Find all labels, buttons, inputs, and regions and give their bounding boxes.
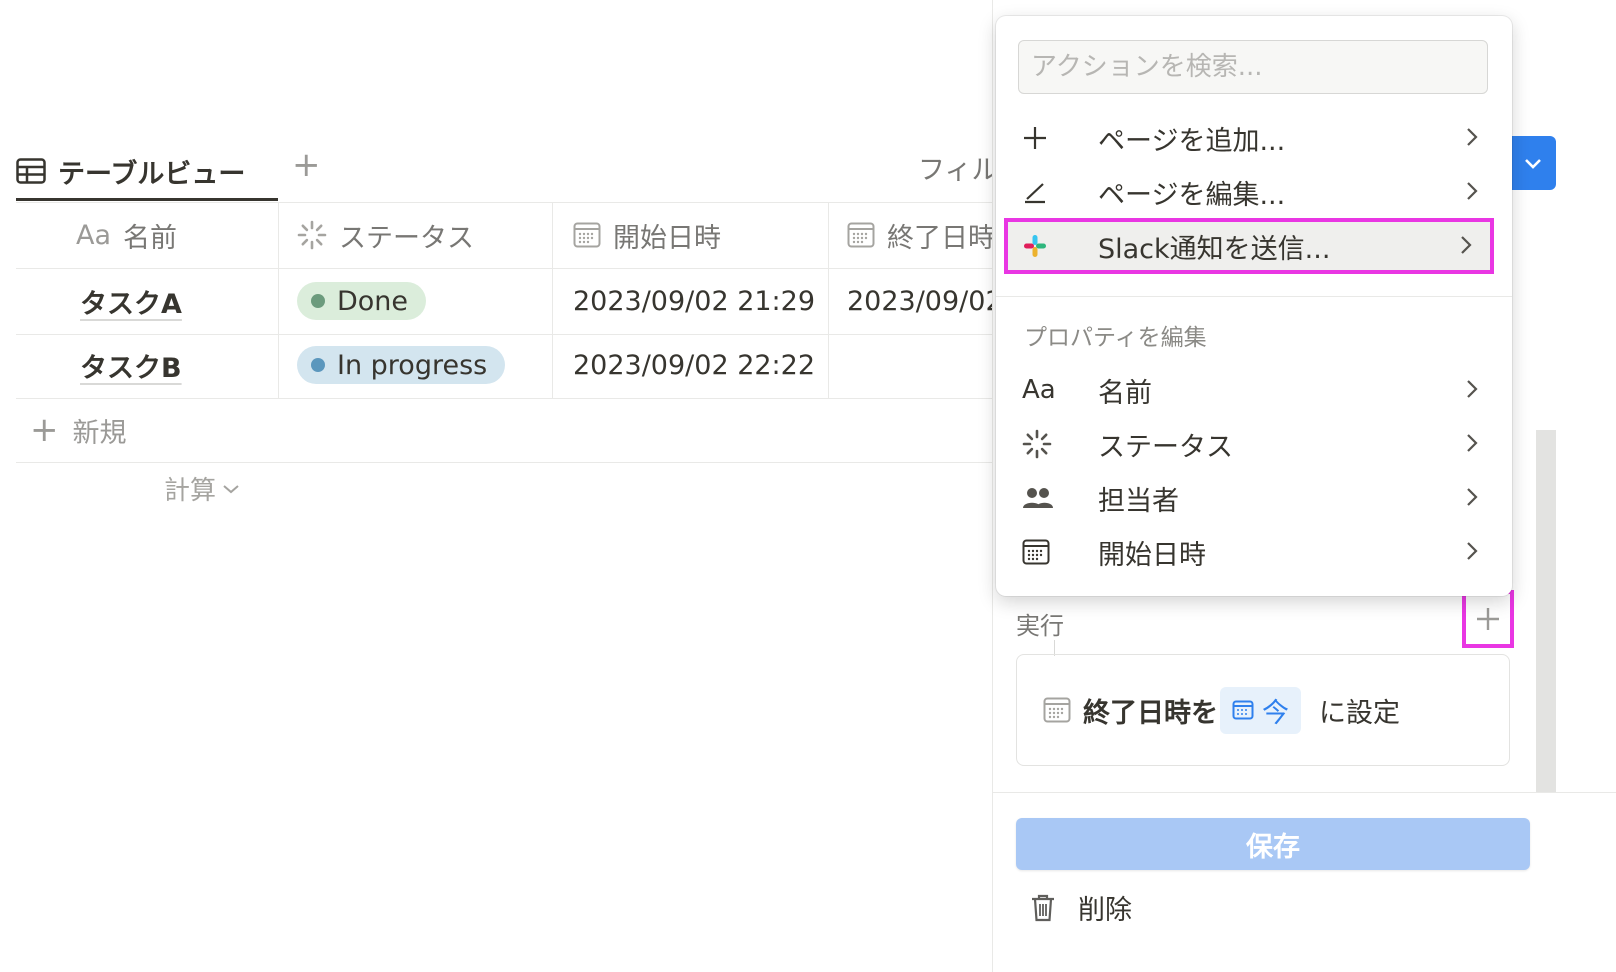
new-row-label: 新規: [72, 417, 127, 449]
table-row[interactable]: タスクA Done 2023/09/02 21:29 2023/09/02 21: [16, 268, 1029, 335]
calendar-icon: [573, 222, 601, 248]
cell-status[interactable]: Done: [279, 268, 553, 334]
status-label: Done: [337, 285, 409, 317]
column-header-label: ステータス: [339, 222, 474, 254]
add-action-button[interactable]: [1462, 590, 1514, 648]
chevron-down-icon: [1525, 159, 1541, 169]
delete-button[interactable]: 削除: [1030, 888, 1132, 927]
chevron-right-icon: [1466, 177, 1478, 208]
new-row-button[interactable]: + 新規: [16, 398, 1016, 463]
plus-icon: [1022, 125, 1074, 151]
menu-item-label: ページを編集...: [1098, 179, 1286, 211]
chevron-right-icon: [1466, 483, 1478, 514]
status-spinner-icon: [1022, 429, 1074, 459]
scrollbar[interactable]: [1536, 430, 1556, 792]
calendar-icon: [1022, 539, 1074, 565]
menu-item-send-slack[interactable]: Slack通知を送信...: [1004, 218, 1494, 274]
row-title[interactable]: タスクB: [80, 346, 182, 385]
menu-item-label: ステータス: [1098, 431, 1233, 463]
menu-item-prop-name[interactable]: Aa 名前: [1008, 364, 1500, 416]
cell-start[interactable]: 2023/09/02 21:29: [553, 268, 829, 334]
menu-item-label: ページを追加...: [1098, 125, 1286, 157]
column-header-label: 終了日時: [887, 222, 995, 254]
action-suffix: に設定: [1319, 697, 1400, 729]
column-header-start[interactable]: 開始日時: [553, 202, 829, 268]
menu-item-label: 名前: [1098, 377, 1152, 409]
action-search[interactable]: [1018, 40, 1488, 94]
new-button-dropdown[interactable]: [1510, 136, 1556, 190]
active-tab-indicator: [16, 198, 278, 201]
trash-icon: [1030, 893, 1056, 923]
menu-item-label: 開始日時: [1098, 539, 1206, 571]
calculate-button[interactable]: 計算: [164, 470, 240, 507]
chevron-right-icon: [1466, 537, 1478, 568]
status-badge: Done: [297, 282, 427, 320]
chevron-right-icon: [1466, 429, 1478, 460]
pencil-icon: [1022, 179, 1074, 205]
text-aa-icon: Aa: [1022, 375, 1056, 405]
text-aa-icon: Aa: [76, 219, 112, 251]
cell-start[interactable]: 2023/09/02 22:22: [553, 332, 829, 398]
date-value-label: 今: [1262, 697, 1289, 729]
date-value-chip[interactable]: 今: [1220, 686, 1301, 734]
chevron-right-icon: [1466, 123, 1478, 154]
cell-name[interactable]: タスクA: [16, 268, 279, 334]
chevron-right-icon: [1466, 375, 1478, 406]
save-button[interactable]: 保存: [1016, 818, 1530, 870]
status-dot: [311, 294, 325, 308]
menu-item-label: 担当者: [1098, 485, 1179, 517]
table-header-row: Aa 名前 ステータス 開始日時 終了日時: [16, 202, 1016, 269]
plus-icon: [1477, 608, 1499, 630]
table-row[interactable]: タスクB In progress 2023/09/02 22:22: [16, 332, 1016, 399]
section-title: プロパティを編集: [1024, 325, 1207, 351]
tab-label: テーブルビュー: [58, 158, 246, 190]
status-dot: [311, 358, 325, 372]
menu-item-add-page[interactable]: ページを追加...: [1008, 112, 1500, 164]
calendar-icon: [1232, 700, 1254, 720]
cell-name[interactable]: タスクB: [16, 332, 279, 398]
column-header-label: 開始日時: [613, 222, 721, 254]
divider: [992, 792, 1616, 793]
calendar-icon: [847, 222, 875, 248]
table-icon: [16, 158, 46, 184]
row-title[interactable]: タスクA: [80, 282, 182, 321]
add-view-button[interactable]: +: [292, 148, 321, 182]
column-header-name[interactable]: Aa 名前: [16, 202, 279, 268]
status-label: In progress: [337, 349, 488, 381]
calculate-label: 計算: [164, 476, 217, 506]
cell-status[interactable]: In progress: [279, 332, 553, 398]
calendar-icon: [1043, 697, 1071, 723]
menu-item-prop-status[interactable]: ステータス: [1008, 418, 1500, 470]
slack-icon: [1022, 233, 1074, 259]
people-icon: [1022, 486, 1074, 510]
execute-section-label: 実行: [1016, 612, 1064, 640]
menu-item-prop-start-date[interactable]: 開始日時: [1008, 526, 1500, 578]
tab-table-view[interactable]: テーブルビュー: [16, 138, 245, 204]
column-header-status[interactable]: ステータス: [279, 202, 553, 268]
plus-icon: +: [30, 410, 59, 450]
column-header-label: 名前: [123, 222, 178, 254]
menu-item-edit-page[interactable]: ページを編集...: [1008, 166, 1500, 218]
menu-item-label: Slack通知を送信...: [1098, 233, 1331, 265]
status-spinner-icon: [297, 220, 327, 250]
chevron-right-icon: [1460, 231, 1472, 262]
menu-item-prop-assignee[interactable]: 担当者: [1008, 472, 1500, 524]
action-property: 終了日時を: [1083, 697, 1218, 729]
action-card[interactable]: 終了日時を 今 に設定: [1016, 654, 1510, 766]
divider: [996, 296, 1512, 297]
status-badge: In progress: [297, 346, 506, 384]
chevron-down-icon: [222, 483, 240, 495]
delete-label: 削除: [1078, 895, 1132, 926]
action-search-input[interactable]: [1019, 41, 1487, 93]
action-menu: ページを追加... ページを編集... Slack通知を送信... プロパティを…: [996, 16, 1512, 596]
